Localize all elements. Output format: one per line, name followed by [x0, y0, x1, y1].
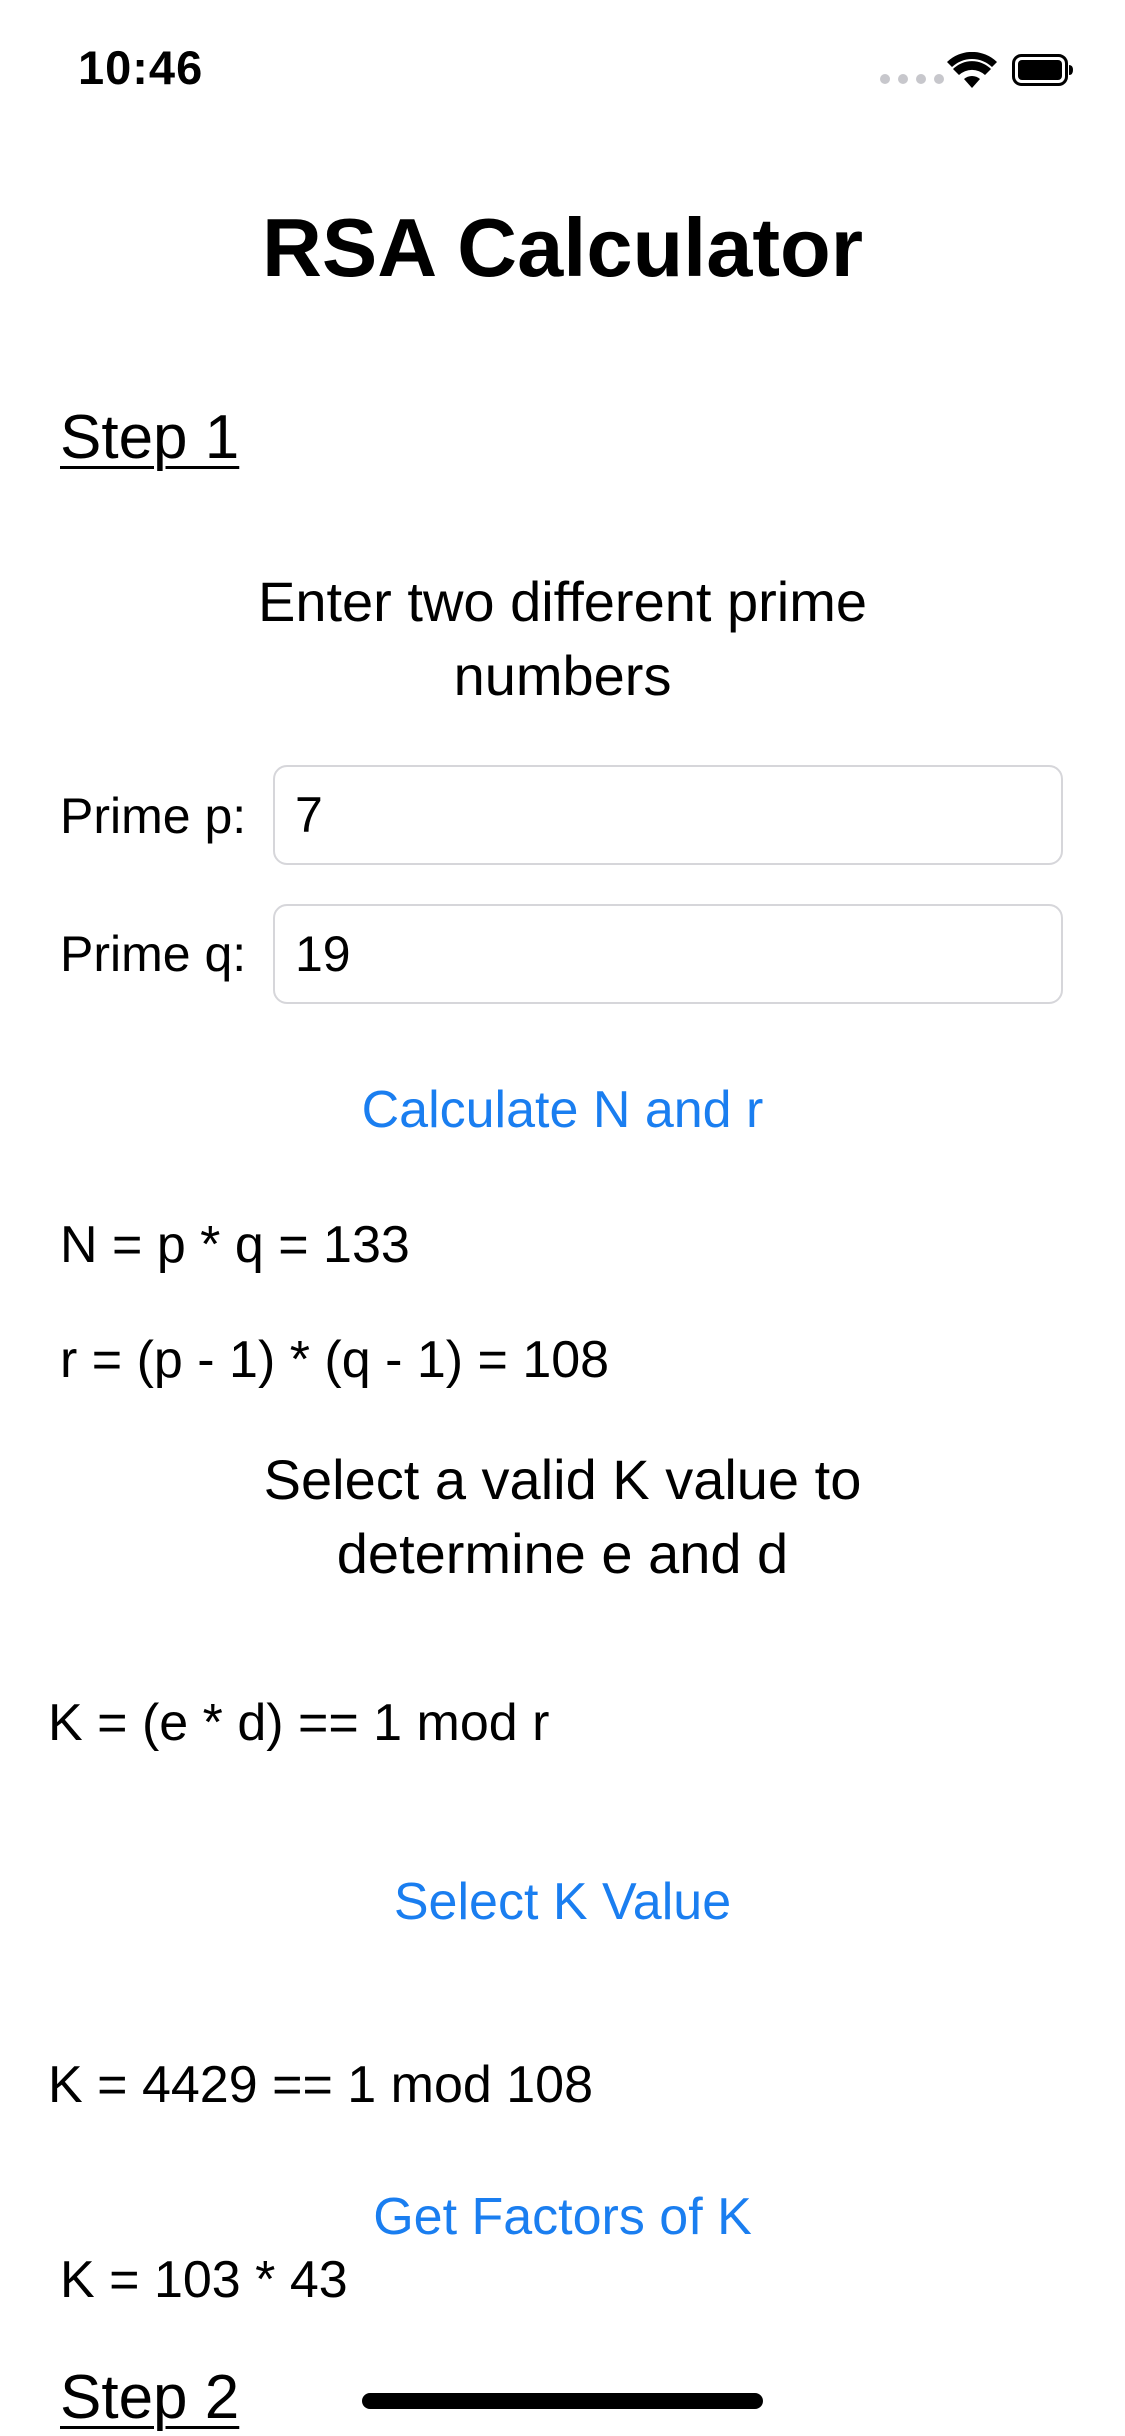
cellular-signal-icon: [880, 74, 944, 84]
battery-icon: [1012, 54, 1073, 86]
status-time: 10:46: [78, 41, 204, 94]
step-1-heading: Step 1: [60, 403, 240, 472]
home-indicator[interactable]: [362, 2393, 763, 2409]
calculate-n-and-r-button[interactable]: Calculate N and r: [0, 1080, 1125, 1140]
r-result: r = (p - 1) * (q - 1) = 108: [60, 1331, 610, 1389]
rsa-calculator-screen: 10:46 RSA Calculator Step 1 Enter two di…: [0, 0, 1125, 2436]
k-instruction-text: Select a valid K value to determine e an…: [263, 1448, 862, 1585]
wifi-icon: [947, 52, 997, 88]
prime-q-field[interactable]: [273, 904, 1063, 1004]
prime-q-input[interactable]: [275, 906, 1061, 1002]
prime-q-label: Prime q:: [60, 926, 247, 982]
factors-result: K = 103 * 43: [60, 2251, 348, 2309]
k-result: K = 4429 == 1 mod 108: [48, 2056, 593, 2114]
get-factors-of-k-button[interactable]: Get Factors of K: [0, 2187, 1125, 2247]
k-formula: K = (e * d) == 1 mod r: [48, 1694, 550, 1752]
prime-p-label: Prime p:: [60, 788, 247, 844]
prime-p-field[interactable]: [273, 765, 1063, 865]
k-instruction: Select a valid K value to determine e an…: [0, 1443, 1125, 1591]
prime-p-input[interactable]: [275, 767, 1061, 863]
n-result: N = p * q = 133: [60, 1216, 410, 1274]
prime-instruction-text: Enter two different prime numbers: [257, 570, 868, 707]
prime-instruction: Enter two different prime numbers: [0, 565, 1125, 713]
select-k-value-button[interactable]: Select K Value: [0, 1872, 1125, 1932]
page-title: RSA Calculator: [261, 201, 864, 294]
step-2-heading: Step 2: [60, 2363, 240, 2432]
